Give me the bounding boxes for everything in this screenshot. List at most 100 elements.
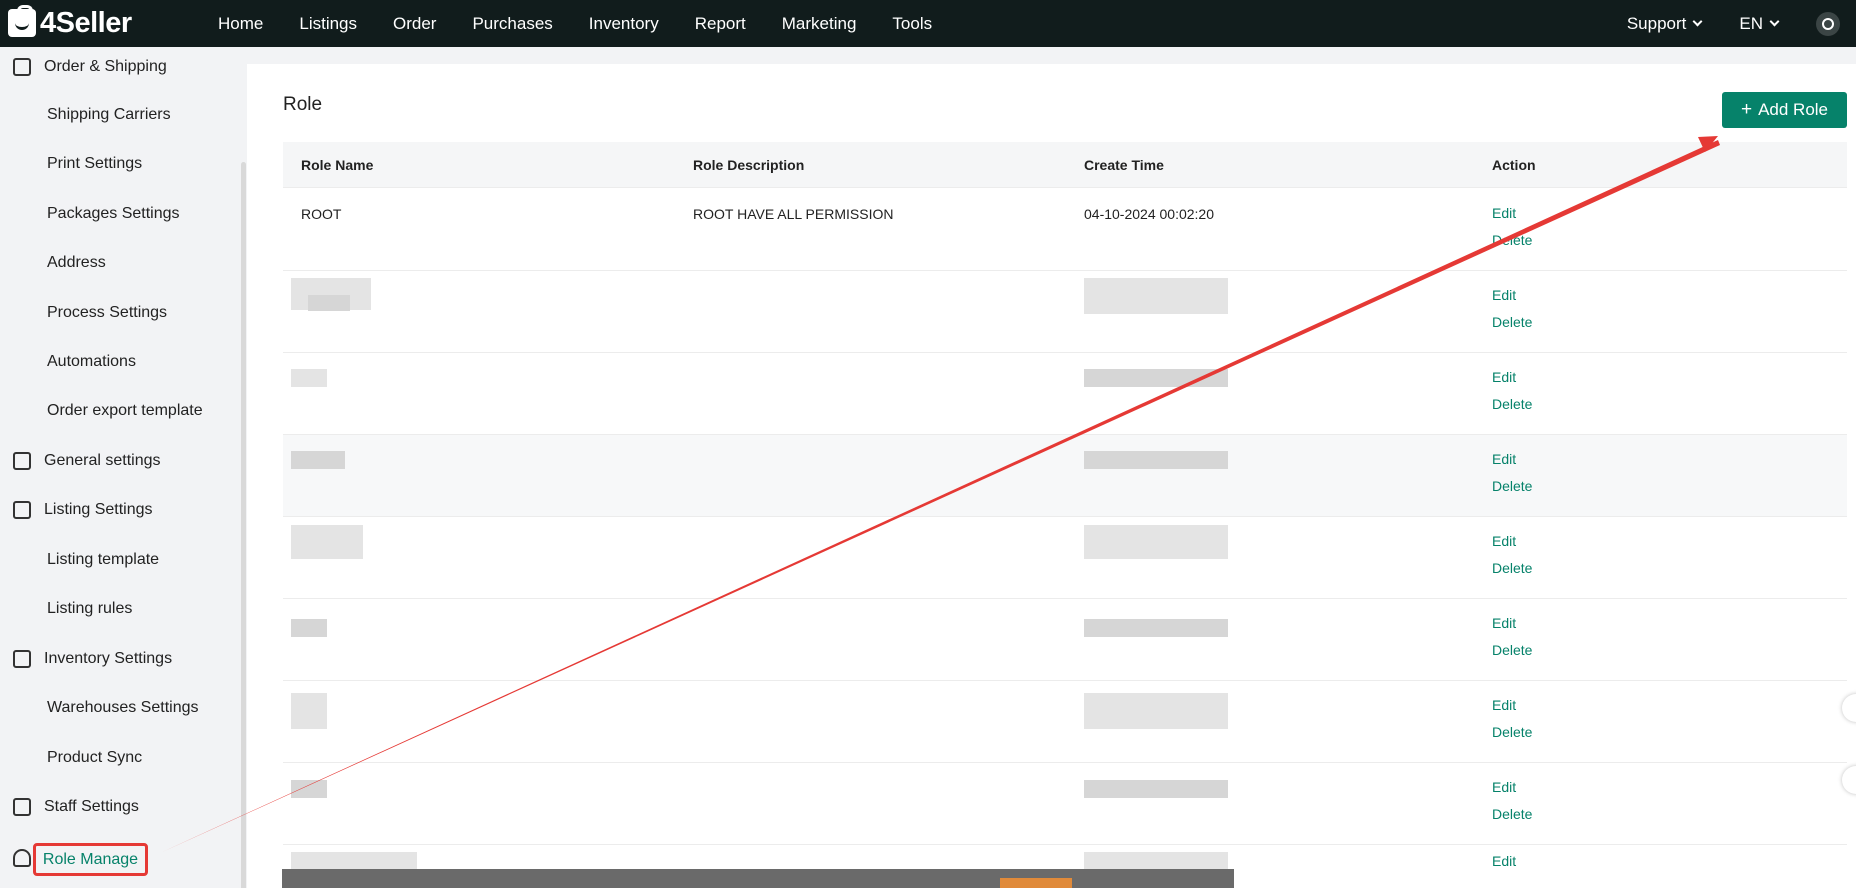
sidebar-item-general-settings[interactable]: General settings bbox=[0, 441, 161, 481]
sidebar-item-product-sync[interactable]: Product Sync bbox=[0, 738, 142, 778]
sidebar-item-order-shipping[interactable]: Order & Shipping bbox=[0, 47, 167, 87]
redacted-create-time bbox=[1084, 278, 1228, 314]
sidebar-item-label: Shipping Carriers bbox=[47, 106, 171, 123]
brand-logo[interactable]: 4Seller bbox=[8, 5, 132, 40]
column-header-role-name: Role Name bbox=[301, 157, 374, 173]
nav-tools[interactable]: Tools bbox=[892, 14, 932, 34]
delete-link[interactable]: Delete bbox=[1492, 232, 1532, 248]
plus-icon: + bbox=[1740, 99, 1753, 120]
scrollbar-thumb[interactable] bbox=[1000, 878, 1072, 888]
support-dropdown[interactable]: Support bbox=[1627, 14, 1703, 34]
nav-purchases[interactable]: Purchases bbox=[472, 14, 552, 34]
delete-link[interactable]: Delete bbox=[1492, 560, 1532, 576]
sidebar-item-label: Listing Settings bbox=[44, 501, 153, 518]
main-nav: Home Listings Order Purchases Inventory … bbox=[200, 0, 950, 47]
sidebar-item-listing-rules[interactable]: Listing rules bbox=[0, 589, 132, 629]
sidebar-item-label: General settings bbox=[44, 452, 161, 469]
sidebar-item-listing-settings[interactable]: Listing Settings bbox=[0, 490, 153, 530]
delete-link[interactable]: Delete bbox=[1492, 806, 1532, 822]
table-row: Edit Delete bbox=[283, 517, 1847, 599]
sidebar-item-order-export-template[interactable]: Order export template bbox=[0, 391, 203, 431]
language-label: EN bbox=[1739, 13, 1763, 33]
upload-icon bbox=[13, 501, 31, 519]
nav-inventory[interactable]: Inventory bbox=[589, 14, 659, 34]
sidebar-item-label: Process Settings bbox=[47, 304, 168, 321]
sidebar-item-staff-settings[interactable]: Staff Settings bbox=[0, 787, 139, 827]
sidebar-item-warehouses-settings[interactable]: Warehouses Settings bbox=[0, 688, 198, 728]
delete-link[interactable]: Delete bbox=[1492, 478, 1532, 494]
table-header: Role Name Role Description Create Time A… bbox=[283, 142, 1847, 188]
chevron-down-icon bbox=[1692, 16, 1703, 27]
redacted-role-name bbox=[291, 525, 363, 559]
nav-marketing[interactable]: Marketing bbox=[782, 14, 857, 34]
sidebar-item-label: Automations bbox=[47, 353, 136, 370]
table-row: Edit Delete bbox=[283, 271, 1847, 353]
sidebar-item-address[interactable]: Address bbox=[0, 243, 106, 283]
sidebar-item-label: Print Settings bbox=[47, 155, 143, 172]
table-row: ROOT ROOT HAVE ALL PERMISSION 04-10-2024… bbox=[283, 189, 1847, 271]
edit-link[interactable]: Edit bbox=[1492, 205, 1516, 221]
edit-link[interactable]: Edit bbox=[1492, 451, 1516, 467]
column-header-create-time: Create Time bbox=[1084, 157, 1164, 173]
gear-icon[interactable] bbox=[1816, 11, 1840, 36]
id-badge-icon bbox=[13, 798, 31, 816]
sidebar-item-shipping-carriers[interactable]: Shipping Carriers bbox=[0, 95, 171, 135]
table-row: Edit Delete bbox=[283, 763, 1847, 845]
column-header-action: Action bbox=[1492, 157, 1536, 173]
page-title: Role bbox=[283, 94, 323, 115]
table-row: Edit Delete bbox=[283, 681, 1847, 763]
sidebar-item-role-manage[interactable]: Role Manage bbox=[33, 843, 148, 876]
redacted-create-time bbox=[1084, 780, 1228, 798]
edit-link[interactable]: Edit bbox=[1492, 287, 1516, 303]
redacted-create-time bbox=[1084, 369, 1228, 387]
create-time: 04-10-2024 00:02:20 bbox=[1084, 206, 1214, 222]
sidebar-item-label: Listing template bbox=[47, 551, 160, 568]
warehouse-icon bbox=[13, 650, 31, 668]
horizontal-scrollbar[interactable] bbox=[282, 869, 1234, 888]
sidebar-item-inventory-settings[interactable]: Inventory Settings bbox=[0, 639, 172, 679]
sidebar-item-automations[interactable]: Automations bbox=[0, 342, 136, 382]
delete-link[interactable]: Delete bbox=[1492, 396, 1532, 412]
sidebar-scrollbar[interactable] bbox=[241, 162, 246, 888]
sidebar-item-packages-settings[interactable]: Packages Settings bbox=[0, 194, 180, 234]
nav-listings[interactable]: Listings bbox=[299, 14, 357, 34]
edit-link[interactable]: Edit bbox=[1492, 853, 1516, 869]
edit-link[interactable]: Edit bbox=[1492, 369, 1516, 385]
settings-sidebar: Order & Shipping Shipping Carriers Print… bbox=[0, 47, 247, 888]
redacted-role-name bbox=[291, 693, 327, 729]
edit-link[interactable]: Edit bbox=[1492, 697, 1516, 713]
sidebar-item-label: Order export template bbox=[47, 402, 203, 419]
role-panel: Role + Add Role Role Name Role Descripti… bbox=[247, 64, 1856, 888]
redacted-role-name bbox=[291, 619, 327, 637]
edit-link[interactable]: Edit bbox=[1492, 615, 1516, 631]
edit-link[interactable]: Edit bbox=[1492, 779, 1516, 795]
column-header-role-description: Role Description bbox=[693, 157, 805, 173]
nav-order[interactable]: Order bbox=[393, 14, 436, 34]
sidebar-item-label: Address bbox=[47, 254, 106, 271]
clipboard-icon bbox=[13, 58, 31, 76]
user-icon bbox=[13, 849, 31, 867]
add-role-label: Add Role bbox=[1758, 100, 1829, 119]
shopping-bag-icon bbox=[8, 5, 36, 37]
nav-report[interactable]: Report bbox=[695, 14, 746, 34]
redacted-role-name bbox=[291, 780, 327, 798]
sidebar-item-process-settings[interactable]: Process Settings bbox=[0, 293, 167, 333]
document-icon bbox=[13, 452, 31, 470]
top-navbar: 4Seller Home Listings Order Purchases In… bbox=[0, 0, 1856, 47]
sidebar-item-label: Warehouses Settings bbox=[47, 699, 199, 716]
delete-link[interactable]: Delete bbox=[1492, 314, 1532, 330]
sidebar-item-listing-template[interactable]: Listing template bbox=[0, 540, 159, 580]
sidebar-item-label: Product Sync bbox=[47, 749, 143, 766]
sidebar-item-print-settings[interactable]: Print Settings bbox=[0, 144, 142, 184]
delete-link[interactable]: Delete bbox=[1492, 724, 1532, 740]
redacted-role-name bbox=[291, 451, 345, 469]
delete-link[interactable]: Delete bbox=[1492, 642, 1532, 658]
edit-link[interactable]: Edit bbox=[1492, 533, 1516, 549]
role-name: ROOT bbox=[301, 206, 342, 222]
table-row: Edit Delete bbox=[283, 353, 1847, 435]
add-role-button[interactable]: + Add Role bbox=[1722, 92, 1847, 128]
chevron-down-icon bbox=[1769, 16, 1780, 27]
language-dropdown[interactable]: EN bbox=[1739, 13, 1780, 34]
nav-home[interactable]: Home bbox=[218, 14, 263, 34]
sidebar-item-label: Staff Settings bbox=[44, 798, 139, 815]
